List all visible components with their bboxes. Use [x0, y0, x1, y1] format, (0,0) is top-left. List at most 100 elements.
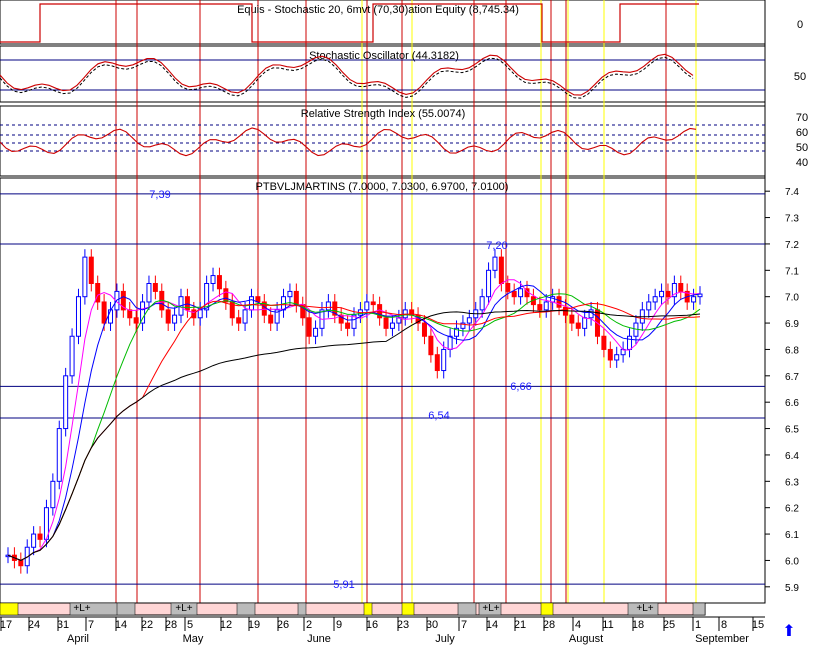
candle-body: [486, 269, 492, 298]
price-title: PTBVLJMARTINS (7.0000, 7.0300, 6.9700, 7…: [256, 181, 509, 193]
candle-body: [678, 283, 684, 292]
candle-body: [133, 317, 139, 324]
equity-title: Equis - Stochastic 20, 6mvt (70,30)ation…: [237, 4, 519, 16]
marker-1: +L+: [73, 603, 90, 614]
day-label: 9: [336, 619, 342, 631]
rsi-title: Relative Strength Index (55.0074): [301, 108, 466, 120]
candle-body: [627, 335, 633, 350]
candle-body: [18, 559, 24, 567]
candle-body: [518, 288, 524, 298]
candle-body: [582, 317, 588, 329]
candle-body: [82, 256, 88, 298]
rsi-axis-60: 60: [796, 127, 808, 139]
candle-body: [511, 290, 517, 298]
candle-body: [691, 296, 697, 303]
scroll-up-arrow-icon[interactable]: ⬆: [780, 623, 798, 641]
day-label: 14: [115, 619, 127, 631]
candle-body: [216, 275, 222, 290]
price-tick-label: 6.0: [785, 556, 799, 567]
candle-body: [383, 317, 389, 329]
day-label: 23: [397, 619, 409, 631]
marker-2: +L+: [175, 603, 192, 614]
day-label: 14: [486, 619, 498, 631]
day-label: 28: [543, 619, 555, 631]
candle-body: [313, 327, 319, 337]
chart-canvas: Equis - Stochastic 20, 6mvt (70,30)ation…: [0, 0, 808, 645]
candle-body: [556, 296, 562, 308]
candle-body: [441, 348, 447, 372]
price-tick-label: 6.7: [785, 372, 799, 383]
day-label: 8: [721, 619, 727, 631]
month-june: June: [307, 633, 331, 645]
price-tick-label: 6.6: [785, 398, 799, 409]
candle-body: [31, 533, 37, 548]
candle-body: [575, 322, 581, 329]
candle-body: [127, 309, 133, 319]
candle-body: [543, 301, 549, 311]
month-august: August: [569, 633, 603, 645]
day-label: 21: [514, 619, 526, 631]
candle-body: [659, 290, 665, 298]
rsi-line: [0, 127, 697, 157]
strip-segment: [363, 602, 373, 616]
price-tick-label: 6.9: [785, 319, 799, 330]
rsi-axis-40: 40: [796, 157, 808, 169]
day-label: 1: [695, 619, 701, 631]
day-label: 26: [277, 619, 289, 631]
candle-body: [537, 304, 543, 311]
day-label: 7: [88, 619, 94, 631]
annotation-739: 7,39: [149, 189, 170, 201]
candle-body: [428, 335, 434, 356]
strip-segment: [297, 602, 307, 616]
candle-body: [601, 335, 607, 350]
strip-segment: [540, 602, 554, 616]
stochastic-axis-label: 50: [794, 71, 806, 83]
day-label: 30: [426, 619, 438, 631]
candle-body: [101, 301, 107, 324]
day-label: 12: [220, 619, 232, 631]
strip-segment: [457, 602, 477, 616]
annotation-654: 6,54: [428, 410, 449, 422]
price-tick-label: 7.3: [785, 214, 799, 225]
candle-body: [492, 256, 498, 271]
day-label: 2: [306, 619, 312, 631]
price-tick-label: 5.9: [785, 583, 799, 594]
panel-frame: [0, 177, 766, 604]
candle-body: [421, 322, 427, 337]
day-label: 17: [0, 619, 12, 631]
annotation-666: 6,66: [510, 381, 531, 393]
candle-body: [223, 288, 229, 303]
candle-body: [293, 290, 299, 306]
candle-body: [37, 533, 43, 540]
marker-3: +L+: [482, 603, 499, 614]
day-label: 19: [248, 619, 260, 631]
candle-body: [152, 283, 158, 292]
day-label: 25: [663, 619, 675, 631]
day-label: 7: [461, 619, 467, 631]
candle-body: [466, 317, 472, 324]
price-tick-label: 6.2: [785, 504, 799, 515]
day-label: 16: [366, 619, 378, 631]
candle-body: [88, 256, 94, 284]
marker-4: +L+: [636, 603, 653, 614]
candle-body: [345, 322, 351, 329]
strip-segment: [116, 602, 136, 616]
day-label: 22: [141, 619, 153, 631]
stochastic-d-line: [0, 56, 694, 99]
strip-segment: [0, 602, 19, 616]
candle-body: [248, 296, 254, 311]
candle-body: [607, 348, 613, 361]
candle-body: [172, 314, 178, 324]
price-tick-label: 6.5: [785, 425, 799, 436]
annotation-720: 7,20: [486, 240, 507, 252]
candle-body: [364, 301, 370, 311]
candle-body: [268, 314, 274, 324]
candle-body: [447, 335, 453, 350]
ma-black-line: [7, 309, 701, 561]
day-label: 11: [602, 619, 613, 631]
price-tick-label: 6.1: [785, 530, 799, 541]
price-tick-label: 6.4: [785, 451, 799, 462]
candle-body: [505, 283, 511, 292]
candle-body: [50, 480, 56, 509]
candle-body: [287, 290, 293, 298]
